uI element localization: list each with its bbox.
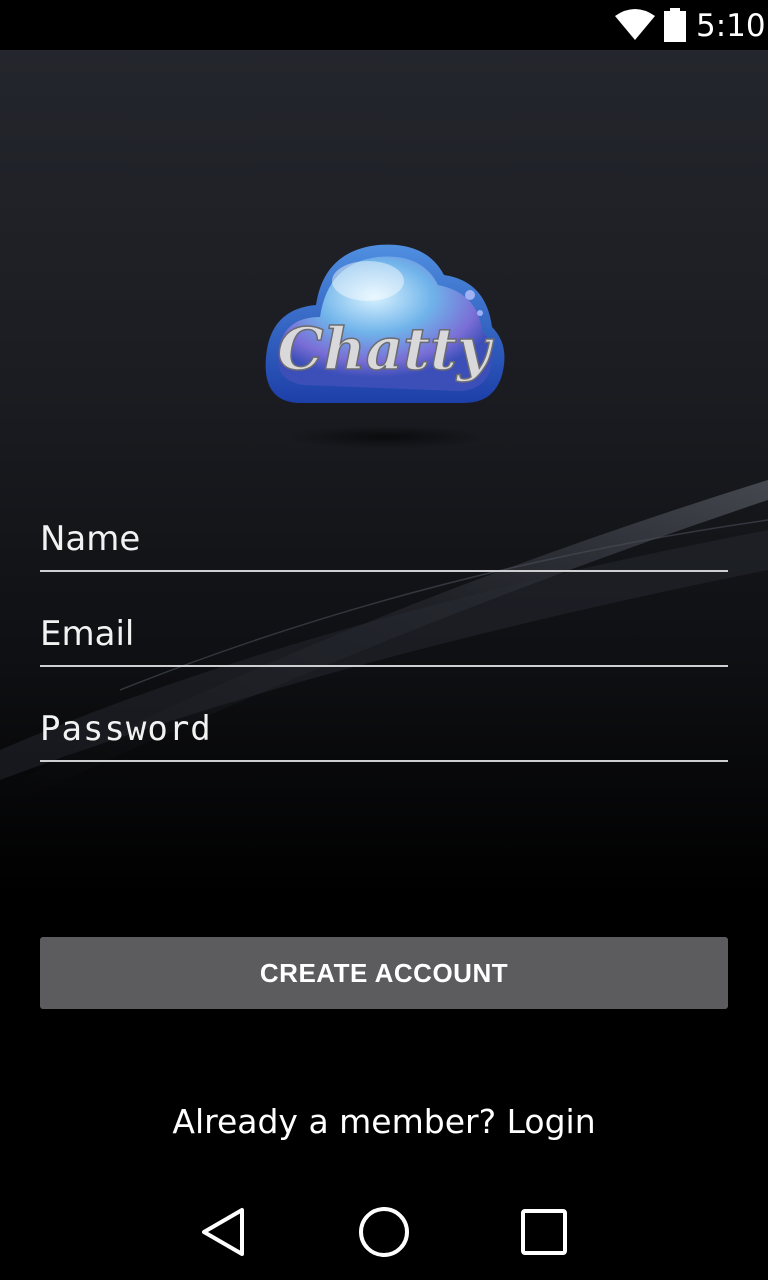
wifi-icon — [615, 9, 655, 40]
back-icon[interactable] — [192, 1200, 256, 1264]
name-input[interactable] — [40, 514, 728, 564]
email-field[interactable] — [40, 605, 728, 667]
email-input[interactable] — [40, 609, 728, 659]
password-input[interactable] — [40, 704, 728, 754]
status-bar: 5:10 — [0, 0, 768, 50]
main-content: Chatty CREATE ACCOUNT Already a member? … — [0, 50, 768, 1180]
home-icon[interactable] — [352, 1200, 416, 1264]
recents-icon[interactable] — [512, 1200, 576, 1264]
chatty-logo: Chatty — [265, 244, 505, 449]
create-account-button[interactable]: CREATE ACCOUNT — [40, 937, 728, 1009]
status-time: 5:10 — [696, 8, 766, 44]
logo-text: Chatty — [277, 315, 494, 383]
login-link[interactable]: Already a member? Login — [0, 1098, 768, 1146]
navigation-bar — [0, 1180, 768, 1280]
signup-screen: 5:10 Chatty Name Email CREATE ACCOUNT Al… — [0, 0, 768, 1280]
password-field[interactable] — [40, 700, 728, 762]
battery-icon — [664, 8, 686, 42]
name-field[interactable] — [40, 510, 728, 572]
